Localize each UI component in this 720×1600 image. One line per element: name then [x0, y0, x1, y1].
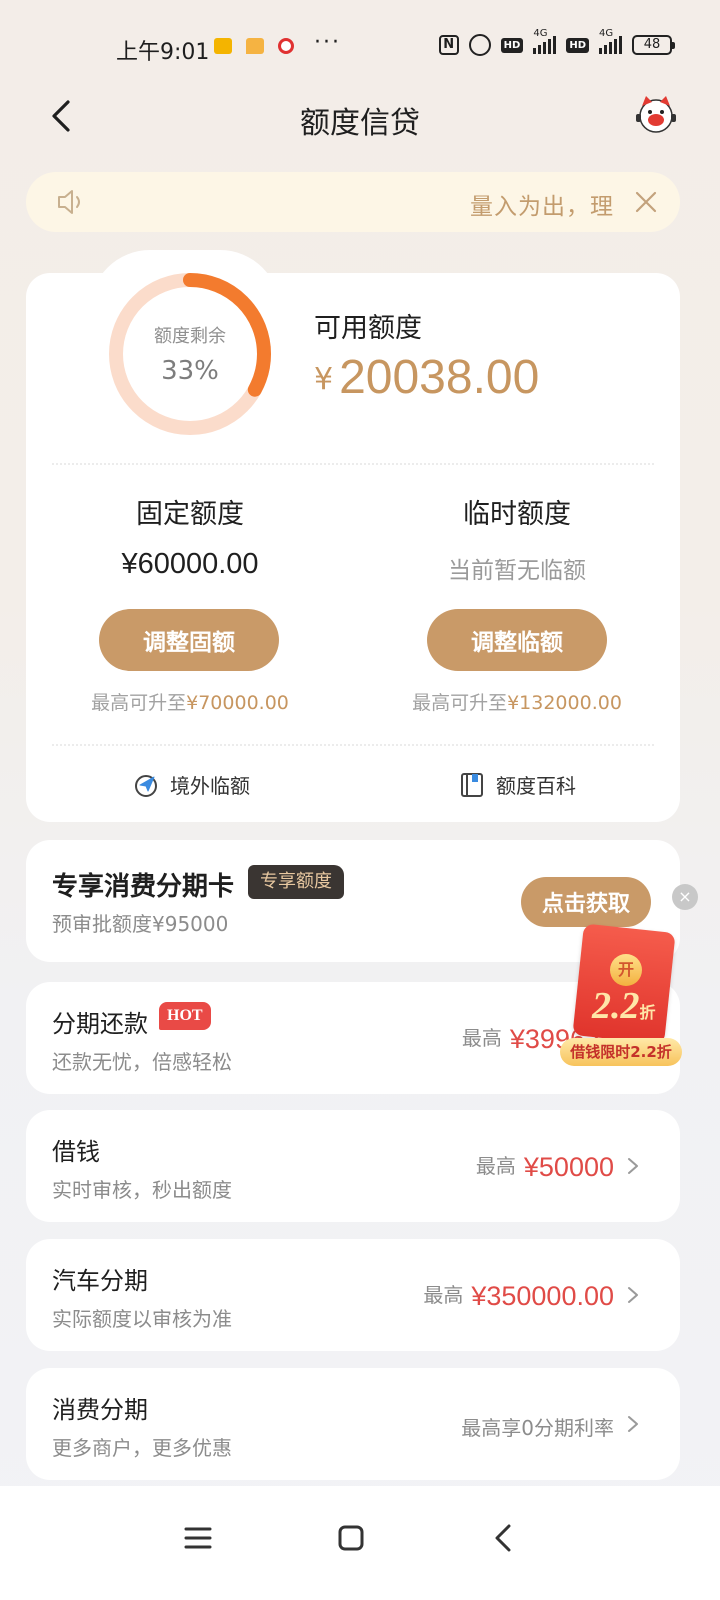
product-limit-amount: ¥350000.00 — [471, 1281, 614, 1311]
plane-globe-icon — [135, 774, 157, 797]
divider — [52, 463, 654, 465]
battery-icon: 48 — [632, 35, 675, 55]
mascot-icon[interactable] — [634, 92, 678, 136]
ring-label: 额度剩余 — [154, 326, 226, 347]
fixed-quota-value: ¥60000.00 — [121, 548, 259, 580]
product-title: 借钱 — [52, 1138, 100, 1166]
adjust-fixed-button[interactable]: 调整固额 — [99, 609, 279, 671]
promo-red-packet[interactable]: 开 2.2折 借钱限时2.2折 — [558, 923, 684, 1068]
fixed-max-value: ¥70000.00 — [186, 692, 289, 714]
chevron-right-icon — [628, 1158, 638, 1174]
status-right: N HD 4G HD 4G 48 — [438, 28, 675, 56]
chevron-right-icon — [628, 1287, 638, 1303]
product-card-consumer[interactable]: 消费分期 更多商户，更多优惠 最高享0分期利率 — [26, 1368, 680, 1480]
notice-text: 量入为出，理 — [470, 194, 614, 220]
product-subtitle: 还款无忧，倍感轻松 — [52, 1050, 232, 1074]
promo-rate-value: 2.2 — [592, 985, 640, 1027]
close-icon[interactable] — [634, 190, 658, 214]
product-title: 消费分期 — [52, 1396, 148, 1424]
quota-wiki-link[interactable]: 额度百科 — [458, 770, 576, 799]
exclusive-title: 专享消费分期卡 — [52, 872, 235, 902]
product-limit-amount: ¥50000 — [523, 1152, 614, 1182]
temp-max-prefix: 最高可升至 — [412, 692, 508, 714]
available-label: 可用额度 — [314, 313, 422, 344]
chevron-right-icon — [628, 1416, 638, 1432]
product-card-car[interactable]: 汽车分期 实际额度以审核为准 最高 ¥350000.00 — [26, 1239, 680, 1351]
signal-icon: 4G — [599, 28, 622, 54]
product-subtitle: 更多商户，更多优惠 — [52, 1436, 232, 1460]
product-card-loan[interactable]: 借钱 实时审核，秒出额度 最高 ¥50000 — [26, 1110, 680, 1222]
hd-badge: HD — [566, 37, 589, 53]
ring-percent: 33% — [161, 356, 219, 386]
available-amount: ¥20038.00 — [314, 350, 539, 405]
fixed-max: 最高可升至¥70000.00 — [40, 688, 340, 715]
wiki-label: 额度百科 — [496, 774, 576, 798]
product-limit: 最高 ¥50000 — [476, 1150, 614, 1183]
available-value: 20038.00 — [339, 351, 540, 404]
adjust-temp-button[interactable]: 调整临额 — [427, 609, 607, 671]
product-title: 分期还款 — [52, 1010, 148, 1038]
status-time: 上午9:01 — [116, 40, 210, 65]
currency-symbol: ¥ — [314, 362, 334, 397]
product-title: 汽车分期 — [52, 1267, 148, 1295]
signal-icon: 4G — [533, 28, 557, 54]
promo-coin: 开 — [610, 954, 642, 986]
temp-max: 最高可升至¥132000.00 — [367, 688, 667, 715]
system-nav-bar — [0, 1486, 720, 1600]
product-limit-prefix: 最高 — [461, 1026, 502, 1050]
product-subtitle: 实时审核，秒出额度 — [52, 1178, 232, 1202]
record-notification-icon — [278, 38, 294, 54]
promo-rate: 2.2折 — [592, 984, 656, 1028]
temp-quota-value: 当前暂无临额 — [448, 558, 586, 584]
product-rate-text: 最高享0分期利率 — [461, 1416, 614, 1440]
temp-quota-title: 临时额度 — [463, 499, 571, 530]
promo-ribbon: 借钱限时2.2折 — [560, 1038, 682, 1066]
mail-notification-icon — [214, 38, 232, 54]
fixed-quota-title: 固定额度 — [136, 499, 244, 530]
get-now-button[interactable]: 点击获取 — [521, 877, 651, 927]
fixed-max-prefix: 最高可升至 — [91, 692, 187, 714]
message-notification-icon — [246, 38, 264, 54]
product-subtitle: 实际额度以审核为准 — [52, 1307, 232, 1331]
nfc-icon: N — [438, 35, 459, 55]
exclusive-tag: 专享额度 — [248, 865, 344, 899]
page-title: 额度信贷 — [300, 106, 420, 141]
home-icon[interactable] — [323, 1510, 379, 1566]
promo-rate-unit: 折 — [639, 1005, 656, 1022]
divider — [52, 744, 654, 746]
header: 额度信贷 — [0, 80, 720, 152]
hd-badge: HD — [500, 37, 524, 53]
menu-icon[interactable] — [170, 1510, 226, 1566]
quota-ring — [109, 273, 271, 435]
overseas-quota-link[interactable]: 境外临额 — [132, 770, 250, 799]
product-limit: 最高享0分期利率 — [461, 1412, 614, 1441]
exclusive-subtitle: 预审批额度¥95000 — [52, 912, 229, 936]
product-limit-prefix: 最高 — [423, 1283, 464, 1307]
book-icon — [461, 772, 483, 797]
notice-bar[interactable]: 量入为出，理 — [26, 172, 680, 232]
temp-max-value: ¥132000.00 — [507, 692, 622, 714]
speaker-icon — [58, 190, 80, 214]
product-limit-prefix: 最高 — [475, 1154, 516, 1178]
alarm-icon — [468, 34, 491, 56]
product-limit: 最高 ¥350000.00 — [423, 1279, 614, 1312]
overseas-label: 境外临额 — [170, 774, 250, 798]
network-type: 4G — [533, 28, 548, 39]
hot-badge: HOT — [159, 1002, 211, 1030]
promo-close-button[interactable]: × — [672, 884, 698, 910]
more-notifications-icon: ··· — [314, 30, 341, 55]
network-type: 4G — [599, 28, 614, 39]
back-icon[interactable] — [476, 1510, 532, 1566]
